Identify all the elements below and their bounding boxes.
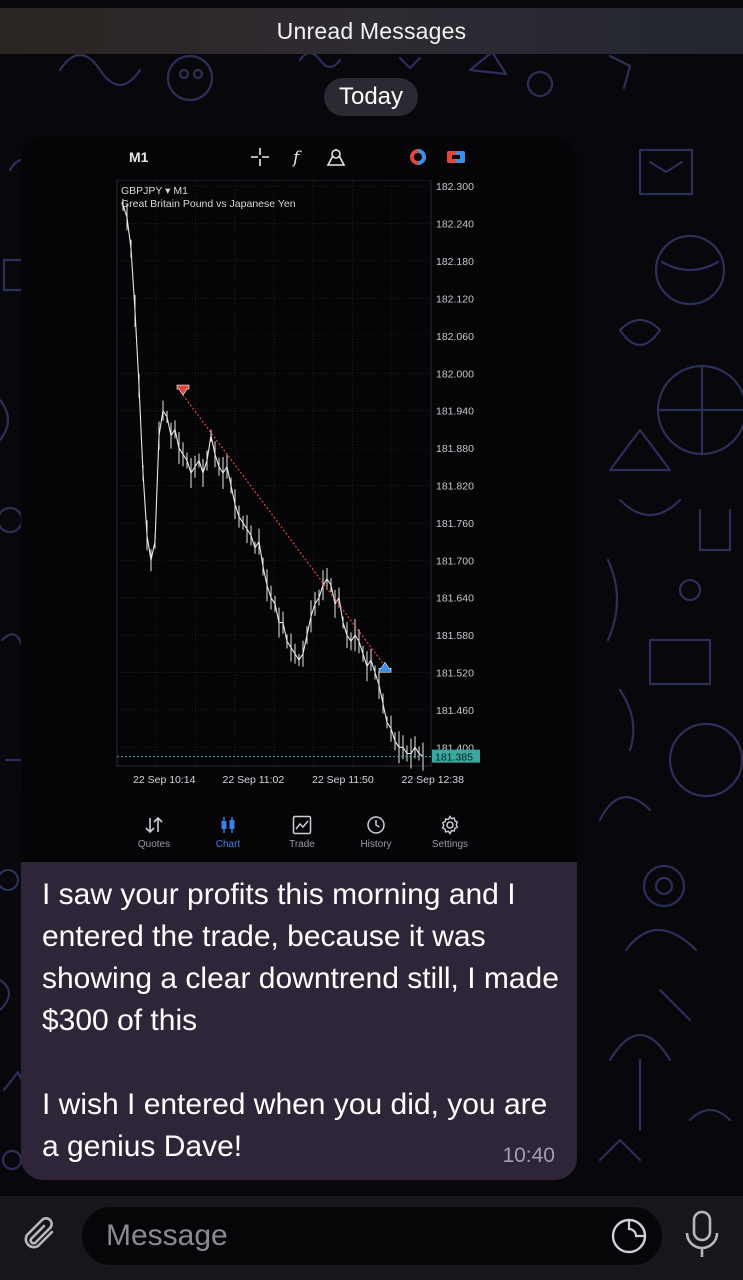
x-tick-label: 22 Sep 10:14: [133, 774, 196, 786]
message-text: I saw your profits this morning and I en…: [42, 878, 559, 1163]
tab-label: Settings: [431, 839, 469, 850]
tab-history[interactable]: History: [339, 812, 413, 862]
date-separator: Today: [324, 78, 418, 116]
tab-trade[interactable]: Trade: [265, 812, 339, 862]
symbol-line: GBPJPY ▾ M1: [121, 185, 188, 197]
microphone-icon[interactable]: [682, 1209, 722, 1261]
crosshair-icon: [251, 148, 269, 166]
tab-settings[interactable]: Settings: [413, 812, 487, 862]
objects-icon: [326, 148, 346, 166]
y-tick-label: 181.700: [436, 555, 474, 567]
buy-arrow-icon: [378, 661, 392, 673]
y-tick-label: 181.460: [436, 705, 474, 717]
y-axis-ticks: 182.300 182.240 182.180 182.120 182.060 182.0…: [436, 181, 474, 754]
price-line: [122, 204, 424, 758]
tab-label: Quotes: [137, 839, 171, 850]
symbol-description: Great Britain Pound vs Japanese Yen: [121, 198, 296, 210]
chart-color-icon: [410, 149, 426, 165]
tab-label: Trade: [289, 839, 315, 850]
message-input[interactable]: Message: [82, 1207, 662, 1265]
y-tick-label: 181.580: [436, 630, 474, 642]
x-tick-label: 22 Sep 12:38: [402, 774, 465, 786]
trade-toggle-icon: [447, 151, 465, 163]
screenshot-toolbar: M1 f: [21, 136, 577, 180]
tab-quotes[interactable]: Quotes: [117, 812, 191, 862]
timeframe-label: M1: [129, 149, 149, 165]
message-placeholder: Message: [106, 1219, 228, 1252]
tab-chart[interactable]: Chart: [191, 812, 265, 862]
x-axis-ticks: 22 Sep 10:14 22 Sep 11:02 22 Sep 11:50 22 S…: [133, 774, 464, 786]
y-tick-label: 181.880: [436, 443, 474, 455]
y-tick-label: 182.180: [436, 256, 474, 268]
chart-screenshot[interactable]: M1 f 182.300 182.240 182.180 182.120 182…: [21, 136, 577, 862]
unread-messages-banner: Unread Messages: [0, 8, 743, 54]
y-tick-label: 182.060: [436, 331, 474, 343]
history-icon: [367, 816, 385, 834]
y-tick-label: 181.760: [436, 518, 474, 530]
y-tick-label: 182.120: [436, 293, 474, 305]
function-icon: f: [291, 148, 302, 168]
y-tick-label: 182.000: [436, 368, 474, 380]
x-tick-label: 22 Sep 11:02: [223, 774, 285, 786]
y-tick-label: 181.940: [436, 406, 474, 418]
y-tick-label: 181.820: [436, 480, 474, 492]
quotes-icon: [145, 816, 163, 834]
terminal-tab-bar: Quotes Chart Trade History Settings: [117, 812, 487, 862]
trade-icon: [292, 815, 312, 835]
chart-icon: [221, 817, 235, 833]
y-tick-label: 181.640: [436, 593, 474, 605]
chart-grid: [117, 180, 431, 766]
x-tick-label: 22 Sep 11:50: [312, 774, 374, 786]
settings-icon: [441, 815, 459, 835]
price-chart[interactable]: 182.300 182.240 182.180 182.120 182.060 182.0…: [21, 180, 577, 812]
sell-arrow-icon: [176, 384, 190, 396]
sticker-icon[interactable]: [610, 1217, 648, 1255]
tab-label: History: [360, 839, 392, 850]
message-composer: Message: [0, 1196, 743, 1280]
y-tick-label: 182.300: [436, 181, 474, 193]
svg-text:f: f: [291, 148, 302, 168]
y-tick-label: 182.240: [436, 219, 474, 231]
y-tick-label: 181.520: [436, 667, 474, 679]
current-price-label: 181.385: [435, 752, 473, 764]
message-timestamp: 10:40: [502, 1144, 555, 1167]
paperclip-icon[interactable]: [18, 1212, 64, 1258]
tab-label: Chart: [215, 839, 241, 850]
message-bubble[interactable]: M1 f 182.300 182.240 182.180 182.120 182…: [21, 136, 577, 1180]
